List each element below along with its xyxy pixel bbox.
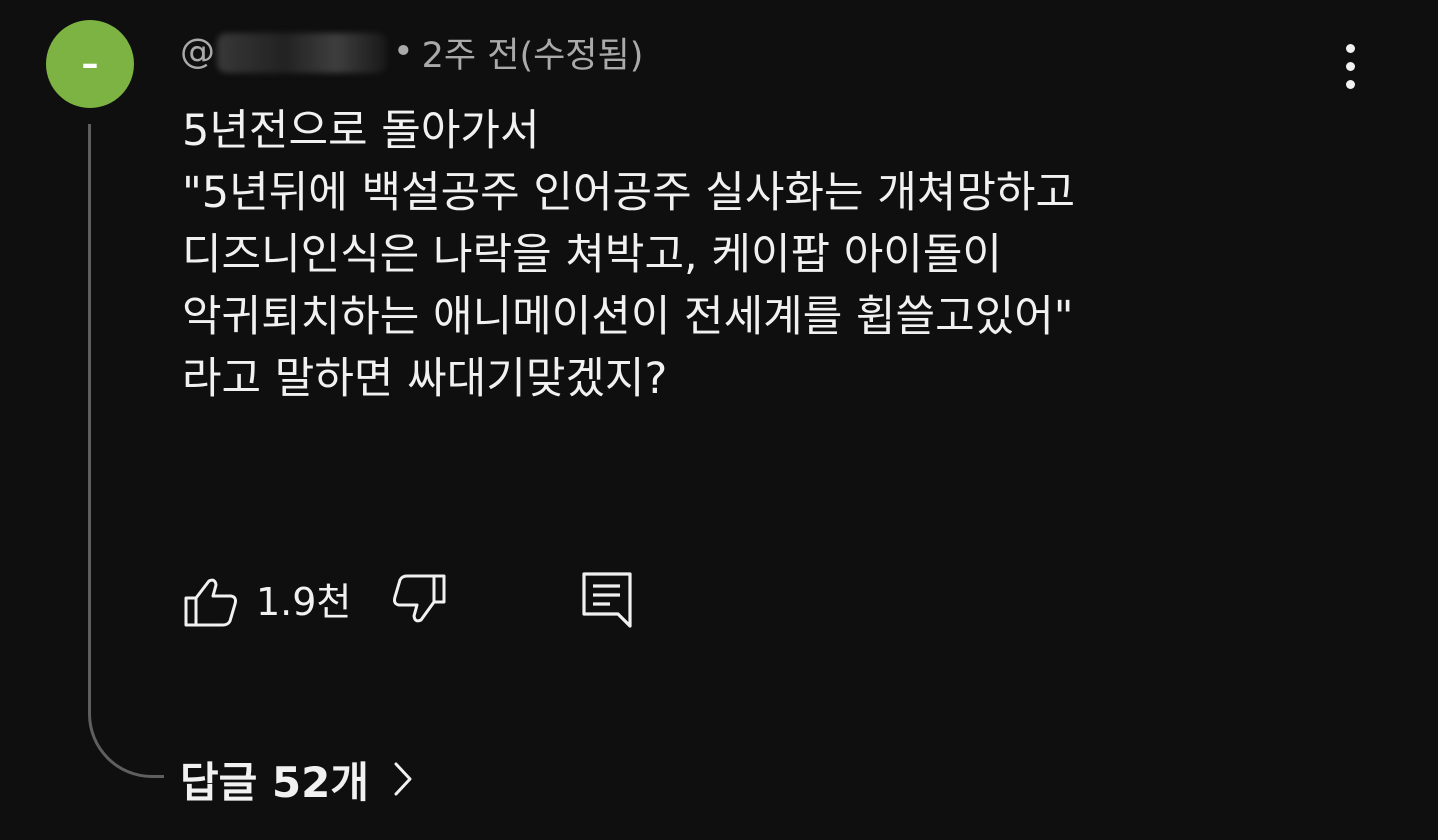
thumb-up-icon[interactable] bbox=[182, 576, 240, 628]
comment-line: 5년전으로 돌아가서 bbox=[182, 106, 540, 156]
replies-label: 답글 52개 bbox=[180, 757, 369, 807]
avatar[interactable]: – bbox=[46, 20, 134, 108]
comment-time[interactable]: 2주 전(수정됨) bbox=[422, 27, 644, 78]
more-vert-icon[interactable] bbox=[1322, 36, 1378, 96]
reply-thread-line bbox=[88, 124, 164, 778]
author-handle-prefix: @ bbox=[180, 31, 215, 72]
more-dot bbox=[1345, 79, 1355, 89]
author-handle[interactable]: @ bbox=[180, 32, 387, 73]
comment-line: 악귀퇴치하는 애니메이션이 전세계를 휩쓸고있어" bbox=[182, 292, 1074, 342]
more-dot bbox=[1345, 43, 1355, 53]
comment-reply-icon[interactable] bbox=[580, 570, 636, 630]
comment-body: 5년전으로 돌아가서 "5년뒤에 백설공주 인어공주 실사화는 개쳐망하고 디즈… bbox=[182, 100, 1282, 410]
like-count: 1.9천 bbox=[256, 580, 352, 624]
comment-line: "5년뒤에 백설공주 인어공주 실사화는 개쳐망하고 bbox=[182, 168, 1076, 218]
chevron-right-icon bbox=[391, 759, 415, 799]
comment-action-bar: 1.9천 bbox=[182, 572, 662, 628]
meta-separator: • bbox=[393, 32, 414, 72]
thumb-down-icon[interactable] bbox=[390, 572, 448, 626]
comment-line: 라고 말하면 싸대기맞겠지? bbox=[182, 354, 668, 404]
more-dot bbox=[1345, 61, 1355, 71]
comment-line: 디즈니인식은 나락을 쳐박고, 케이팝 아이돌이 bbox=[182, 230, 1002, 280]
avatar-glyph: – bbox=[81, 44, 99, 84]
view-replies-button[interactable]: 답글 52개 bbox=[180, 748, 415, 810]
author-handle-redacted bbox=[217, 32, 387, 73]
comment-meta: @ • 2주 전(수정됨) bbox=[180, 26, 643, 78]
